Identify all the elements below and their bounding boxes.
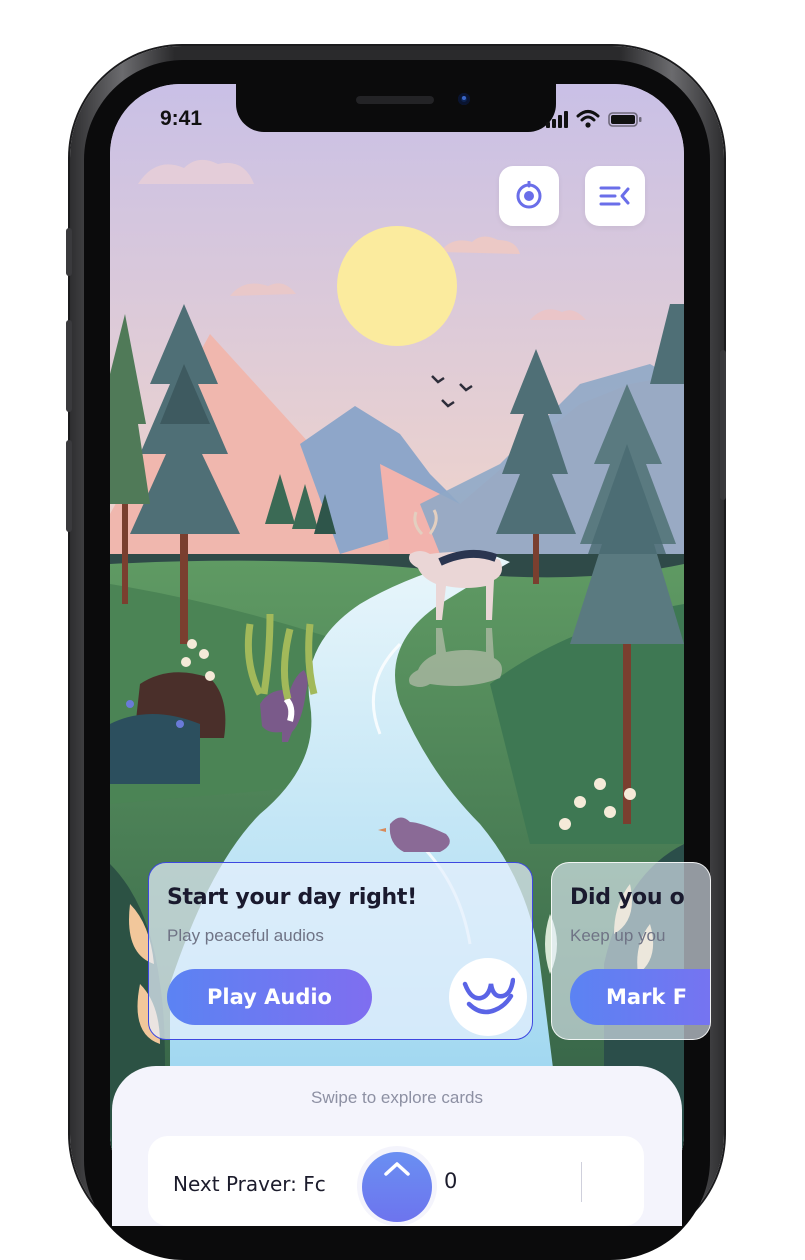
earpiece-speaker [356, 96, 434, 104]
home-button[interactable] [362, 1152, 432, 1222]
status-time: 9:41 [160, 107, 203, 130]
card-subtitle: Play peaceful audios [167, 926, 324, 945]
card-title: Start your day right! [167, 885, 417, 910]
side-button [66, 228, 72, 276]
vertical-divider [581, 1162, 582, 1202]
home-icon [384, 1162, 410, 1176]
card-subtitle: Keep up you [570, 926, 666, 945]
wifi-icon [576, 110, 600, 128]
target-button[interactable] [499, 166, 559, 226]
play-audio-button[interactable]: Play Audio [167, 969, 372, 1025]
card-title: Did you o [570, 885, 685, 910]
card-start-day[interactable]: Start your day right! Play peaceful audi… [148, 862, 533, 1040]
menu-collapse-icon [599, 186, 630, 206]
volume-up-button [66, 320, 72, 412]
status-icons [546, 108, 656, 132]
target-icon [516, 181, 542, 209]
signal-icon [546, 111, 568, 128]
front-camera [458, 93, 470, 105]
battery-icon [608, 112, 642, 127]
next-prayer-label: Next Praver: Fc [173, 1172, 326, 1196]
menu-button[interactable] [585, 166, 645, 226]
notch [236, 84, 556, 132]
mark-button[interactable]: Mark F [570, 969, 710, 1025]
power-button [720, 350, 726, 500]
next-prayer-time: 0 [444, 1169, 458, 1193]
wave-logo-icon [462, 977, 515, 1015]
swipe-hint: Swipe to explore cards [311, 1088, 483, 1107]
wave-badge [449, 958, 527, 1036]
card-did-you[interactable]: Did you o Keep up you Mark F [551, 862, 711, 1040]
volume-down-button [66, 440, 72, 532]
